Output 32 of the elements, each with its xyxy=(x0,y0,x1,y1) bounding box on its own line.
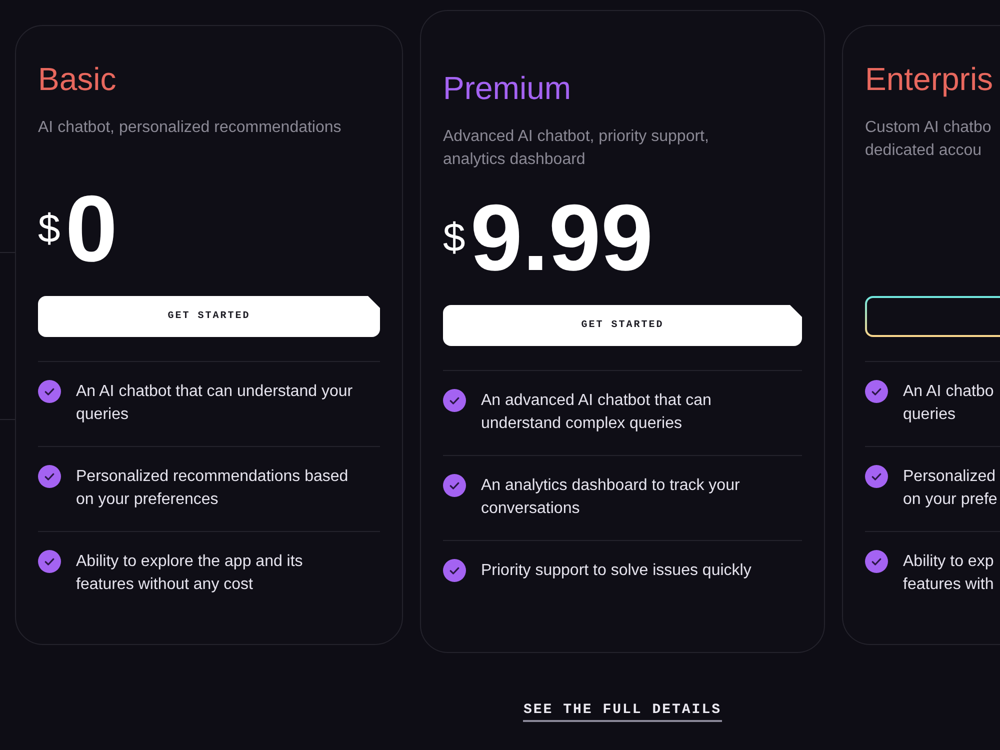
see-details-link[interactable]: SEE THE FULL DETAILS xyxy=(523,700,722,722)
check-icon xyxy=(865,465,888,488)
feature-text: Personalized on your prefe xyxy=(903,467,998,510)
feature-text: Personalized recommendations based on your preferences xyxy=(76,467,348,510)
plan-description: AI chatbot, personalized recommendations xyxy=(38,118,342,138)
check-icon xyxy=(443,559,466,582)
check-icon xyxy=(443,389,466,412)
check-icon xyxy=(865,550,888,573)
check-icon xyxy=(38,550,61,573)
check-icon xyxy=(38,465,61,488)
currency-symbol: $ xyxy=(443,218,466,258)
price-amount: 9.99 xyxy=(470,191,654,285)
currency-symbol: $ xyxy=(38,209,60,249)
plan-description: Advanced AI chatbot, priority support, analytics dashboard xyxy=(443,127,709,170)
plan-description: Custom AI chatbo dedicated accou xyxy=(865,118,992,161)
check-icon xyxy=(443,474,466,497)
feature-text: Ability to exp features with xyxy=(903,552,994,595)
plan-title: Premium xyxy=(443,69,572,108)
feature-text: An advanced AI chatbot that can understand complex queries xyxy=(481,391,712,434)
get-started-button[interactable]: GET STARTED xyxy=(38,296,380,337)
plan-title: Enterpris xyxy=(865,60,994,99)
feature-text: Ability to explore the app and its features without any cost xyxy=(76,552,303,595)
feature-text: An analytics dashboard to track your conversations xyxy=(481,476,740,519)
check-icon xyxy=(38,380,61,403)
check-icon xyxy=(865,380,888,403)
feature-text: An AI chatbo queries xyxy=(903,382,994,425)
feature-text: Priority support to solve issues quickly xyxy=(481,561,752,581)
price-amount: 0 xyxy=(65,182,118,276)
plan-title: Basic xyxy=(38,60,116,99)
feature-text: An AI chatbot that can understand your queries xyxy=(76,382,353,425)
get-started-button[interactable]: GET STARTED xyxy=(443,305,802,346)
outlined-button[interactable] xyxy=(865,296,1000,337)
